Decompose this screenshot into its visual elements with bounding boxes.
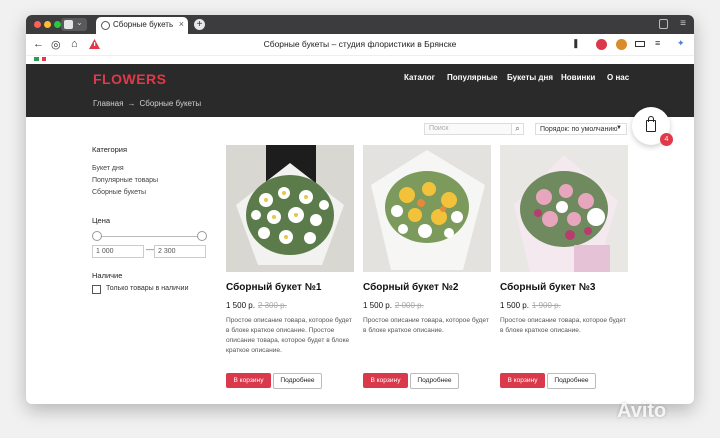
details-button[interactable]: Подробнее <box>273 373 322 389</box>
page-title: Сборные букеты – студия флористики в Бря… <box>263 39 457 49</box>
category-item-bouquet-of-day[interactable]: Букет дня <box>92 165 124 172</box>
breadcrumb-current: Сборные букеты <box>139 99 202 108</box>
caret-down-icon: ▼ <box>616 125 622 131</box>
price-slider-max-handle[interactable] <box>197 231 207 241</box>
tab-title: Сборные букеты – студ <box>113 20 173 29</box>
nav-item-bouquets-of-day[interactable]: Букеты дня <box>507 73 553 82</box>
price-min-field[interactable]: 1 000 <box>92 245 144 258</box>
old-price: 1 900 р. <box>531 301 561 310</box>
site-logo[interactable]: FLOWERS <box>93 71 167 87</box>
current-price: 1 500 р. <box>500 301 529 310</box>
nav-item-catalog[interactable]: Каталог <box>404 73 435 82</box>
menu-icon[interactable]: ≡ <box>655 38 660 48</box>
details-button[interactable]: Подробнее <box>410 373 459 389</box>
product-image[interactable] <box>363 145 491 272</box>
details-button[interactable]: Подробнее <box>547 373 596 389</box>
sort-select[interactable]: Порядок: по умолчанию ▼ <box>535 123 627 135</box>
product-image[interactable] <box>226 145 354 272</box>
bookmark-item-icon[interactable] <box>42 57 46 61</box>
current-price: 1 500 р. <box>226 301 255 310</box>
address-bar: ← ◎ ⌂ Сборные букеты – студия флористики… <box>26 34 694 56</box>
avito-watermark: Avito <box>617 400 667 422</box>
price-slider-min-handle[interactable] <box>92 231 102 241</box>
category-item-assembled[interactable]: Сборные букеты <box>92 189 146 196</box>
nav-item-new[interactable]: Новинки <box>561 73 595 82</box>
search-icon[interactable]: ⌕ <box>511 123 524 135</box>
bookmarks-bar <box>34 56 694 64</box>
add-to-cart-button[interactable]: В корзину <box>363 373 408 388</box>
product-name[interactable]: Сборный букет №1 <box>226 282 321 293</box>
profile-icon[interactable]: ✦ <box>677 38 685 49</box>
new-tab-button[interactable]: + <box>194 19 205 30</box>
breadcrumb-separator: → <box>127 99 136 108</box>
tab-close-icon[interactable]: × <box>179 19 184 29</box>
in-stock-label[interactable]: Только товары в наличии <box>106 285 189 292</box>
product-price: 1 500 р. 2 000 р. <box>363 301 424 310</box>
cart-count-badge: 4 <box>660 133 673 146</box>
product-price: 1 500 р. 2 300 р. <box>226 301 287 310</box>
product-name[interactable]: Сборный букет №3 <box>500 282 595 293</box>
extension-icon[interactable] <box>616 39 627 50</box>
old-price: 2 300 р. <box>257 301 287 310</box>
tab-strip: ⌄ Сборные букеты – студ × + ≡ <box>26 15 694 34</box>
copy-icon[interactable] <box>659 19 668 29</box>
tab-overview-button[interactable]: ⌄ <box>61 18 87 31</box>
nav-item-about[interactable]: О нас <box>607 73 629 82</box>
nav-item-popular[interactable]: Популярные <box>447 73 498 82</box>
stock-heading: Наличие <box>92 271 123 280</box>
close-window-button[interactable] <box>34 21 41 28</box>
product-description: Простое описание товара, которое будет в… <box>363 317 489 334</box>
favicon-icon <box>101 21 110 30</box>
in-stock-checkbox[interactable] <box>92 285 101 294</box>
bag-icon <box>646 120 656 132</box>
search-placeholder: Поиск <box>429 125 449 132</box>
product-image[interactable] <box>500 145 628 272</box>
site-header: FLOWERS Каталог Популярные Букеты дня Но… <box>26 64 694 117</box>
battery-icon[interactable] <box>635 41 645 47</box>
minimize-window-button[interactable] <box>44 21 51 28</box>
tab-list-icon[interactable]: ≡ <box>680 18 686 29</box>
add-to-cart-button[interactable]: В корзину <box>500 373 545 388</box>
bookmark-icon[interactable]: ❚ <box>572 38 580 49</box>
browser-window: ⌄ Сборные букеты – студ × + ≡ ← ◎ ⌂ Сбор… <box>26 15 694 404</box>
tab-active[interactable]: Сборные букеты – студ × <box>96 17 188 34</box>
chevron-down-icon: ⌄ <box>76 18 83 27</box>
product-price: 1 500 р. 1 900 р. <box>500 301 561 310</box>
price-slider-track[interactable] <box>97 236 202 237</box>
bookmark-item-icon[interactable] <box>34 57 39 61</box>
price-dash: — <box>146 245 154 254</box>
product-description: Простое описание товара, которое будет в… <box>226 317 352 354</box>
cart-button[interactable]: 4 <box>632 107 673 146</box>
product-name[interactable]: Сборный букет №2 <box>363 282 458 293</box>
breadcrumb: Главная → Сборные букеты <box>93 99 201 108</box>
price-max-field[interactable]: 2 300 <box>154 245 206 258</box>
breadcrumb-home[interactable]: Главная <box>93 99 123 108</box>
tabs-icon <box>64 20 73 29</box>
search-input[interactable]: Поиск ⌕ <box>424 123 524 135</box>
price-heading: Цена <box>92 216 111 225</box>
maximize-window-button[interactable] <box>54 21 61 28</box>
old-price: 2 000 р. <box>394 301 424 310</box>
category-item-popular[interactable]: Популярные товары <box>92 177 158 184</box>
sort-label: Порядок: по умолчанию <box>540 125 618 133</box>
current-price: 1 500 р. <box>363 301 392 310</box>
add-to-cart-button[interactable]: В корзину <box>226 373 271 388</box>
adblock-icon[interactable] <box>596 39 607 50</box>
category-heading: Категория <box>92 145 128 154</box>
product-description: Простое описание товара, которое будет в… <box>500 317 626 334</box>
